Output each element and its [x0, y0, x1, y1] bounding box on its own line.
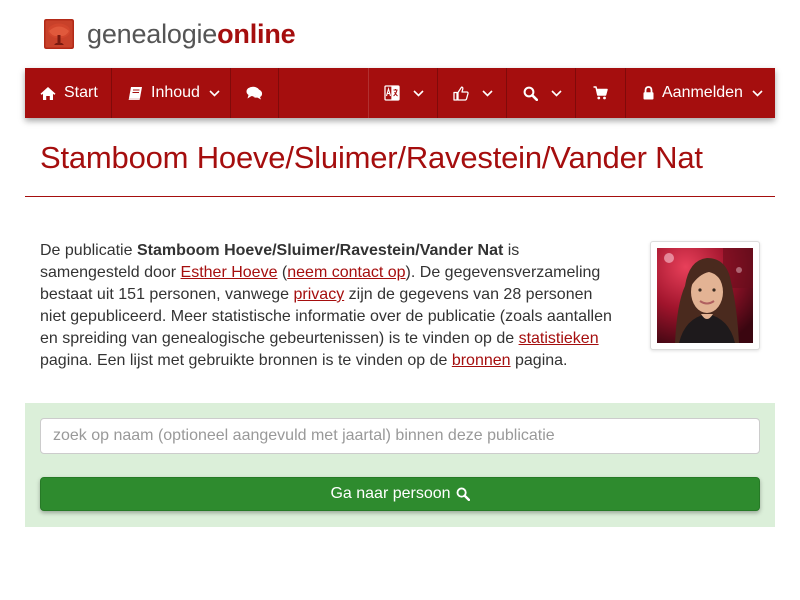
go-to-person-label: Ga naar persoon: [330, 485, 451, 502]
nav-like[interactable]: [453, 68, 493, 118]
tree-icon: [44, 19, 74, 49]
nav-inhoud-label: Inhoud: [151, 84, 200, 101]
publication-intro: De publicatie Stamboom Hoeve/Sluimer/Rav…: [40, 240, 622, 372]
intro-text: De publicatie: [40, 242, 137, 259]
intro-text: pagina.: [510, 352, 568, 369]
nav-start[interactable]: Start: [40, 68, 98, 118]
author-avatar[interactable]: [650, 241, 760, 350]
nav-login[interactable]: Aanmelden: [642, 68, 763, 118]
nav-search[interactable]: [522, 68, 562, 118]
book-icon: [127, 85, 143, 101]
nav-chat[interactable]: [246, 68, 263, 118]
search-icon: [456, 487, 470, 501]
thumbs-up-icon: [453, 85, 469, 101]
sources-link[interactable]: bronnen: [452, 352, 511, 369]
nav-start-label: Start: [64, 84, 98, 101]
chevron-down-icon: [752, 89, 763, 97]
chevron-down-icon: [413, 89, 424, 97]
intro-text: pagina. Een lijst met gebruikte bronnen …: [40, 352, 452, 369]
author-photo: [657, 248, 753, 343]
title-divider: [25, 196, 775, 197]
nav-cart[interactable]: [592, 68, 608, 118]
nav-inhoud[interactable]: Inhoud: [127, 68, 220, 118]
chevron-down-icon: [482, 89, 493, 97]
chevron-down-icon: [551, 89, 562, 97]
search-icon: [522, 85, 538, 101]
contact-link[interactable]: neem contact op: [287, 264, 405, 281]
author-link[interactable]: Esther Hoeve: [181, 264, 278, 281]
nav-login-label: Aanmelden: [662, 84, 743, 101]
language-icon: [384, 85, 400, 101]
logo-text-genealogie: genealogie: [87, 18, 218, 49]
home-icon: [40, 85, 56, 101]
go-to-person-button[interactable]: Ga naar persoon: [40, 477, 760, 511]
person-search-panel: Ga naar persoon: [25, 403, 775, 527]
lock-icon: [642, 85, 654, 101]
nav-language[interactable]: [384, 68, 424, 118]
logo-text: genealogieonline: [87, 18, 296, 49]
main-navbar: Start Inhoud Aanmelden: [25, 68, 775, 118]
statistics-link[interactable]: statistieken: [519, 330, 599, 347]
cart-icon: [592, 85, 608, 101]
person-search-input[interactable]: [40, 418, 760, 454]
logo-text-online: online: [217, 18, 296, 49]
chevron-down-icon: [209, 89, 220, 97]
privacy-link[interactable]: privacy: [294, 286, 345, 303]
publication-name: Stamboom Hoeve/Sluimer/Ravestein/Vander …: [136, 242, 504, 259]
intro-text: (: [277, 264, 288, 281]
site-logo[interactable]: genealogieonline: [44, 17, 296, 51]
page-title: Stamboom Hoeve/Sluimer/Ravestein/Vander …: [40, 140, 703, 175]
comments-icon: [246, 85, 263, 101]
